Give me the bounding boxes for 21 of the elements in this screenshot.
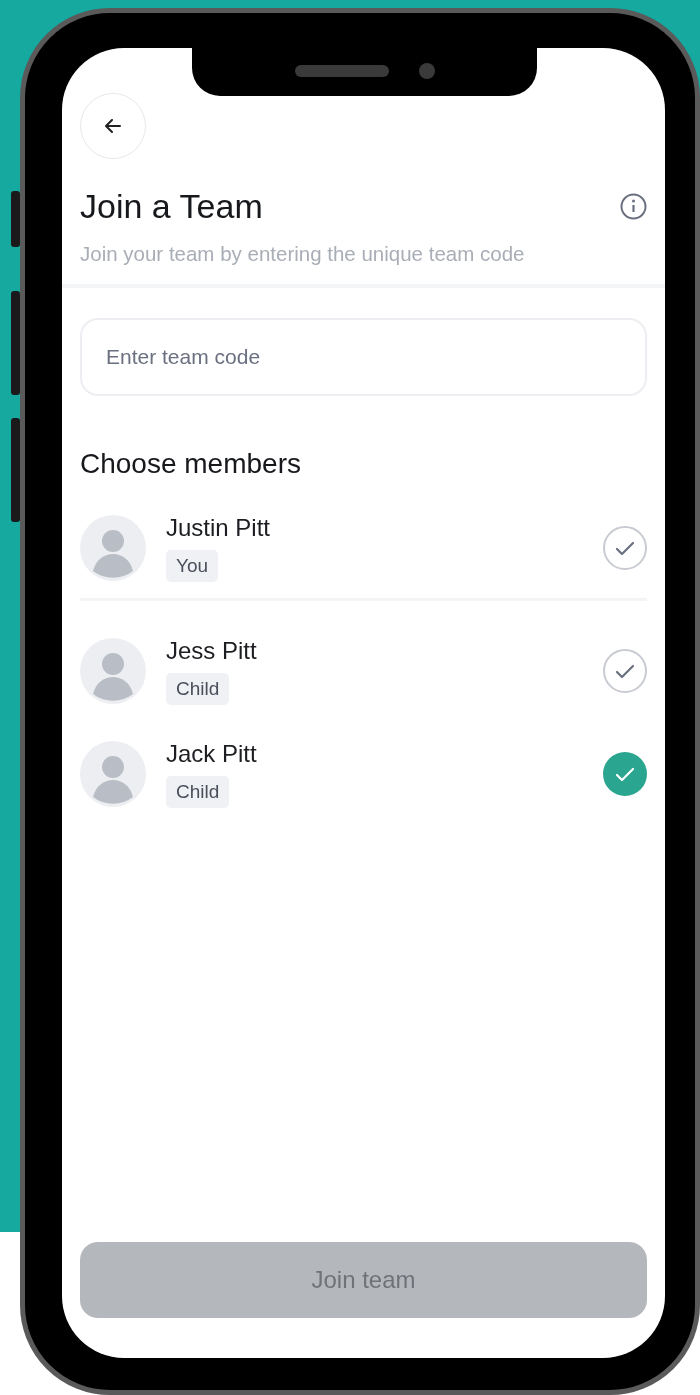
member-name: Jess Pitt	[166, 637, 257, 665]
avatar-silhouette	[80, 741, 146, 807]
team-code-field[interactable]: Enter team code	[80, 318, 647, 396]
check-icon	[615, 766, 635, 782]
avatar-silhouette	[80, 638, 146, 704]
back-arrow-icon	[105, 119, 121, 133]
member-name: Justin Pitt	[166, 514, 271, 542]
section-heading: Choose members	[80, 448, 302, 480]
select-check[interactable]	[603, 752, 647, 796]
screen-subtitle: Join your team by entering the unique team code	[80, 242, 526, 266]
check-icon	[615, 540, 635, 556]
info-icon[interactable]	[620, 193, 647, 220]
select-check[interactable]	[603, 649, 647, 693]
member-role-tag: Child	[166, 673, 230, 705]
avatar-silhouette	[80, 515, 146, 581]
member-role-tag: Child	[166, 776, 230, 808]
check-icon	[615, 663, 635, 679]
screen-title: Join a Team	[80, 187, 263, 226]
member-role-tag: You	[166, 550, 219, 582]
member-name: Jack Pitt	[166, 740, 257, 768]
select-check[interactable]	[603, 526, 647, 570]
